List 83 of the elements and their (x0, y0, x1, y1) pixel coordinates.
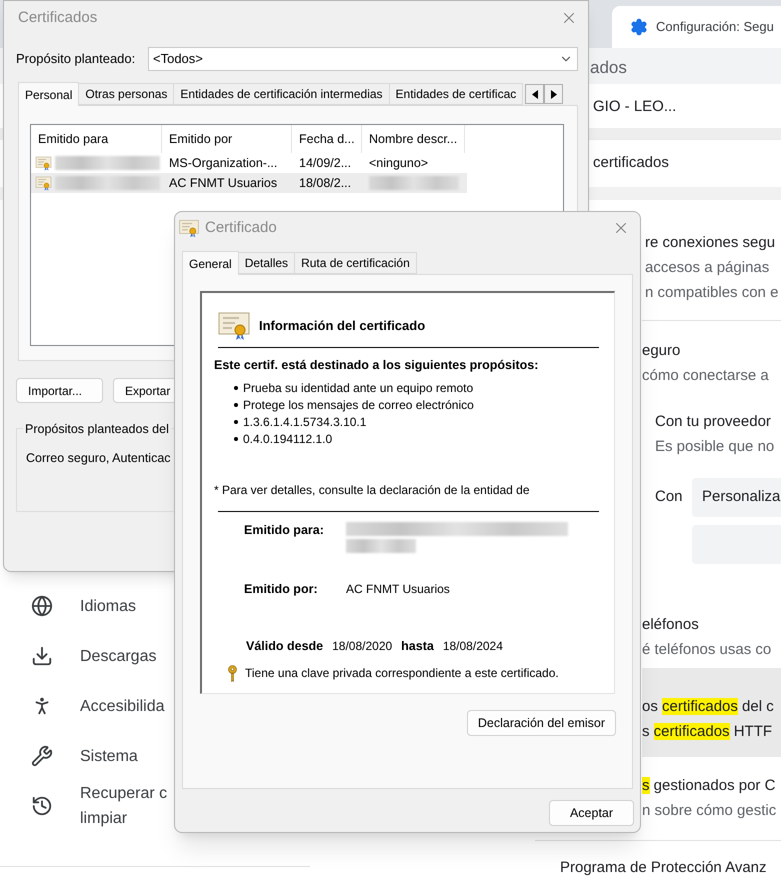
sidebar-item[interactable]: Recuperar c limpiar (0, 781, 174, 831)
bullet-icon (234, 420, 238, 424)
field-value: 18/08/2024 (442, 638, 503, 654)
tab-scroll-left[interactable] (525, 84, 544, 104)
window-title: Certificado (205, 218, 277, 238)
table-cell-text: 18/08/2... (298, 174, 352, 192)
browser-tab[interactable]: Configuración: Segu (612, 6, 781, 48)
page-heading: ados (590, 57, 627, 79)
purpose-select[interactable]: <Todos> (148, 47, 578, 71)
tab-scroll-right[interactable] (544, 84, 564, 104)
field-label: Emitido para: (244, 522, 325, 539)
table-cell-text: AC FNMT Usuarios (168, 174, 278, 192)
info-title: Información del certificado (259, 317, 426, 336)
setting-title: os certificados del c (642, 697, 775, 717)
certificate-icon (35, 176, 52, 190)
setting-description: cómo conectarse a (642, 366, 769, 386)
certificate-icon (35, 156, 52, 170)
setting-description: n compatibles con e (645, 283, 778, 303)
purposes-text: Correo seguro, Autenticac (26, 450, 172, 467)
field-label: Emitido por: (244, 580, 319, 598)
private-key-note: Tiene una clave privada correspondiente a este certificado. (245, 665, 559, 682)
tab[interactable]: Otras personas (78, 83, 174, 105)
right-arrow-icon (550, 90, 557, 98)
profile-name: GIO - LEO... (593, 97, 676, 117)
setting-description: accesos a páginas (645, 258, 770, 278)
purpose-item: 0.4.0.194112.1.0 (243, 430, 332, 448)
column-header[interactable]: Nombre descr... (362, 125, 465, 153)
field-label: hasta (401, 638, 434, 654)
table-cell: <ninguno> (369, 156, 428, 170)
sidebar-item[interactable]: Descargas (0, 631, 174, 681)
left-arrow-icon (532, 90, 538, 98)
column-header[interactable]: Emitido por (162, 125, 292, 153)
field-value: 18/08/2020 (332, 638, 392, 654)
tab[interactable]: Entidades de certificac (388, 83, 524, 105)
dns-select[interactable]: Personaliza (692, 478, 781, 517)
wrench-icon (31, 745, 53, 767)
ok-button[interactable]: Aceptar (549, 800, 634, 826)
table-row[interactable]: MS-Organization-... 14/09/2... <ninguno> (31, 153, 467, 173)
setting-title: Con tu proveedor (655, 412, 772, 432)
bullet-icon (234, 403, 238, 408)
certificate-icon (179, 218, 199, 238)
setting-title[interactable]: Programa de Protección Avanz (560, 857, 767, 880)
certificate-icon (218, 311, 250, 341)
setting-description: é teléfonos usas co (642, 640, 772, 660)
globe-icon (31, 595, 53, 617)
field-value: AC FNMT Usuarios (346, 580, 450, 598)
setting-title: eléfonos (642, 615, 700, 635)
download-icon (31, 645, 53, 667)
redacted-text (346, 538, 416, 553)
sidebar-item[interactable]: Idiomas (0, 581, 174, 631)
purpose-item: Prueba su identidad ante un equipo remoto (243, 380, 474, 397)
purpose-item: 1.3.6.1.4.1.5734.3.10.1 (243, 414, 366, 431)
tab[interactable]: Entidades de certificación intermedias (173, 83, 390, 105)
details-note: * Para ver detalles, consulte la declaración de la entidad de (214, 482, 531, 499)
table-cell-text: MS-Organization-... (168, 154, 278, 172)
window-title: Certificados (18, 8, 98, 28)
issuer-statement-button[interactable]: Declaración del emisor (466, 710, 616, 736)
bullet-icon (234, 386, 238, 390)
key-icon (228, 664, 237, 682)
sidebar-item[interactable]: Accesibilida (0, 681, 174, 731)
table-cell-text: 14/09/2... (298, 154, 352, 172)
column-header[interactable]: Emitido para (31, 125, 162, 153)
purpose-item: Protege los mensajes de correo electrónico (243, 396, 474, 414)
tab[interactable]: Ruta de certificación (294, 252, 417, 274)
setting-description: Es posible que no (655, 437, 774, 457)
setting-option: Con (655, 486, 683, 508)
setting-title: eguro (642, 341, 682, 361)
setting-title: s certificados HTTF (642, 722, 774, 742)
field-label: Válido desde (246, 638, 324, 654)
field-label: Propósito planteado: (16, 50, 136, 68)
setting-title: re conexiones segu (645, 233, 776, 253)
history-icon (31, 795, 53, 817)
tab[interactable]: Personal (18, 82, 80, 106)
tab[interactable]: General (182, 251, 239, 275)
table-row[interactable]: AC FNMT Usuarios 18/08/2... (31, 173, 467, 193)
dialog-button[interactable]: Importar... (16, 378, 103, 403)
column-header[interactable]: Fecha d... (292, 125, 362, 153)
tab[interactable]: Detalles (238, 252, 296, 274)
bullet-icon (234, 437, 238, 442)
setting-description: n sobre cómo gestic (642, 801, 776, 821)
sidebar-item[interactable]: Sistema (0, 731, 174, 781)
setting-title: s gestionados por C (642, 776, 776, 796)
purposes-heading: Este certif. está destinado a los siguientes propósitos: (214, 357, 540, 374)
